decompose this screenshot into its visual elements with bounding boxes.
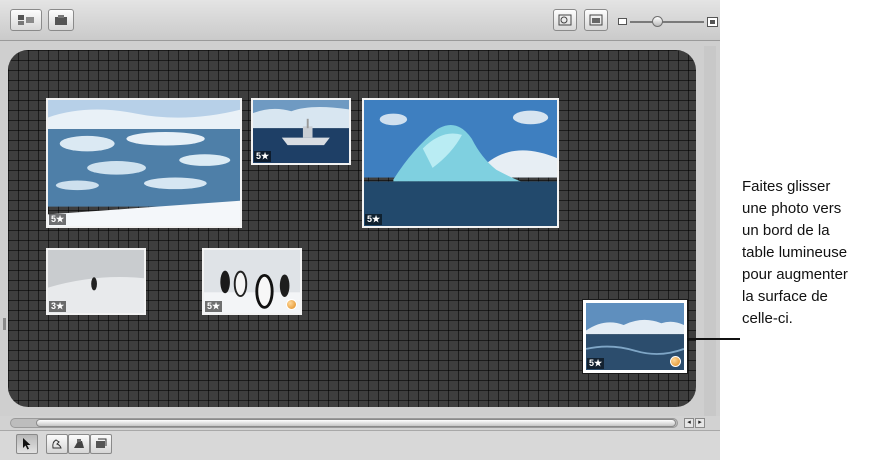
- callout-line-7: celle-ci.: [742, 310, 793, 327]
- top-toolbar: [0, 0, 720, 41]
- stamp-tool-button[interactable]: [68, 434, 90, 454]
- zoom-to-fit-button[interactable]: [553, 9, 577, 31]
- crop-tool-button[interactable]: [90, 434, 112, 454]
- lighttable-window: 5★ 5★ 5★ 3★ 5★ 5★ ◂ ▸: [0, 0, 720, 460]
- film-button[interactable]: [48, 9, 74, 31]
- scroll-right-arrow-icon[interactable]: ▸: [695, 418, 705, 428]
- lift-tool-icon: [52, 439, 62, 449]
- photo-iceberg[interactable]: 5★: [362, 98, 559, 228]
- callout-line-5: pour augmenter: [742, 266, 848, 283]
- flag-tool-button[interactable]: [10, 9, 42, 31]
- film-icon: [55, 15, 67, 25]
- rating-badge: 5★: [49, 214, 67, 225]
- adjustment-badge-icon: [670, 356, 681, 367]
- large-thumbnail-icon: [707, 17, 718, 27]
- callout-line-3: un bord de la: [742, 222, 830, 239]
- arrow-pointer-icon: [23, 438, 31, 450]
- zoom-slider[interactable]: [618, 15, 718, 29]
- view-mode-button[interactable]: [584, 9, 608, 31]
- scroll-left-arrow-icon[interactable]: ◂: [684, 418, 694, 428]
- photo-ship[interactable]: 5★: [251, 98, 351, 165]
- callout-line-4: table lumineuse: [742, 244, 848, 261]
- resize-handle[interactable]: [3, 318, 6, 330]
- flag-tool-icon: [18, 15, 34, 25]
- callout-line-2: une photo vers: [742, 200, 842, 217]
- small-thumbnail-icon: [618, 18, 627, 25]
- horizontal-scroll-thumb[interactable]: [36, 419, 676, 427]
- stamp-tool-icon: [74, 439, 84, 448]
- crop-tool-icon: [96, 438, 107, 448]
- callout-leader-line: [687, 338, 740, 340]
- photo-glacier-bay[interactable]: 5★: [46, 98, 242, 228]
- zoom-slider-track: [630, 21, 704, 23]
- glacier-bay-image: [48, 100, 240, 226]
- select-tool-button[interactable]: [16, 434, 38, 454]
- horizontal-scrollbar[interactable]: ◂ ▸: [0, 416, 720, 430]
- rating-badge: 5★: [254, 151, 272, 162]
- vertical-scrollbar[interactable]: [704, 46, 716, 416]
- view-mode-icon: [589, 14, 603, 26]
- lift-tool-button[interactable]: [46, 434, 68, 454]
- rating-badge: 3★: [49, 301, 67, 312]
- callout-line-1: Faites glisser: [742, 178, 831, 195]
- rating-badge: 5★: [587, 358, 605, 369]
- zoom-slider-knob[interactable]: [652, 16, 663, 27]
- photo-stormy-sea-selected[interactable]: 5★: [583, 300, 687, 373]
- zoom-fit-icon: [558, 14, 572, 26]
- bottom-toolbar: [0, 430, 720, 460]
- callout-text: Faites glisser une photo vers un bord de…: [742, 176, 884, 330]
- photo-lone-penguin[interactable]: 3★: [46, 248, 146, 315]
- iceberg-image: [364, 100, 557, 226]
- rating-badge: 5★: [365, 214, 383, 225]
- callout-line-6: la surface de: [742, 288, 828, 305]
- rating-badge: 5★: [205, 301, 223, 312]
- photo-penguins[interactable]: 5★: [202, 248, 302, 315]
- adjustment-badge-icon: [286, 299, 297, 310]
